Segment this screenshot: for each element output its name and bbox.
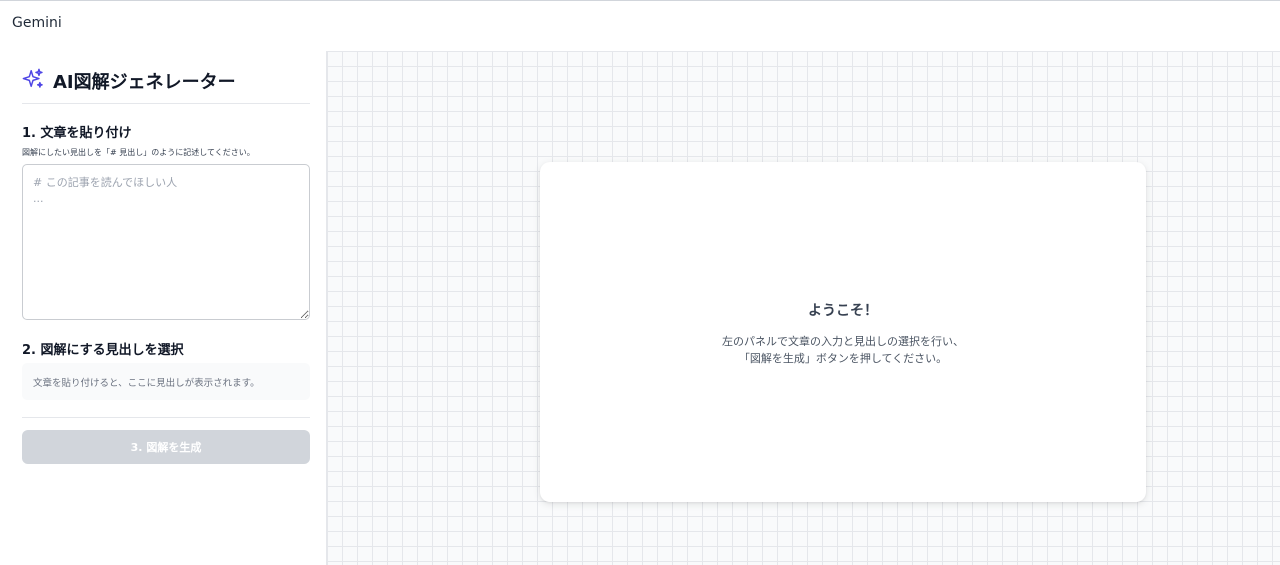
headings-list: 文章を貼り付けると、ここに見出しが表示されます。 [22, 363, 310, 400]
welcome-text-line1: 左のパネルで文章の入力と見出しの選択を行い、 [722, 335, 964, 348]
welcome-text-line2: 「図解を生成」ボタンを押してください。 [738, 352, 948, 365]
top-bar: Gemini [0, 0, 1280, 51]
generate-button[interactable]: 3. 図解を生成 [22, 430, 310, 464]
sidebar-panel: AI図解ジェネレーター 1. 文章を貼り付け 図解にしたい見出しを「# 見出し」… [0, 51, 327, 565]
sidebar-divider [22, 417, 310, 418]
sidebar-header: AI図解ジェネレーター [22, 68, 310, 104]
app-title: Gemini [12, 15, 62, 31]
headings-empty-message: 文章を貼り付けると、ここに見出しが表示されます。 [33, 378, 260, 389]
step1-hint: 図解にしたい見出しを「# 見出し」のように記述してください。 [22, 148, 255, 157]
welcome-title: ようこそ！ [808, 303, 878, 319]
article-text-input[interactable] [22, 164, 310, 320]
step2-label: 2. 図解にする見出しを選択 [22, 343, 184, 358]
welcome-card: ようこそ！ 左のパネルで文章の入力と見出しの選択を行い、 「図解を生成」ボタンを… [540, 162, 1146, 502]
preview-canvas: ようこそ！ 左のパネルで文章の入力と見出しの選択を行い、 「図解を生成」ボタンを… [327, 51, 1280, 565]
sidebar-title: AI図解ジェネレーター [53, 72, 236, 93]
sparkles-icon [22, 68, 43, 88]
step1-label: 1. 文章を貼り付け [22, 126, 132, 141]
